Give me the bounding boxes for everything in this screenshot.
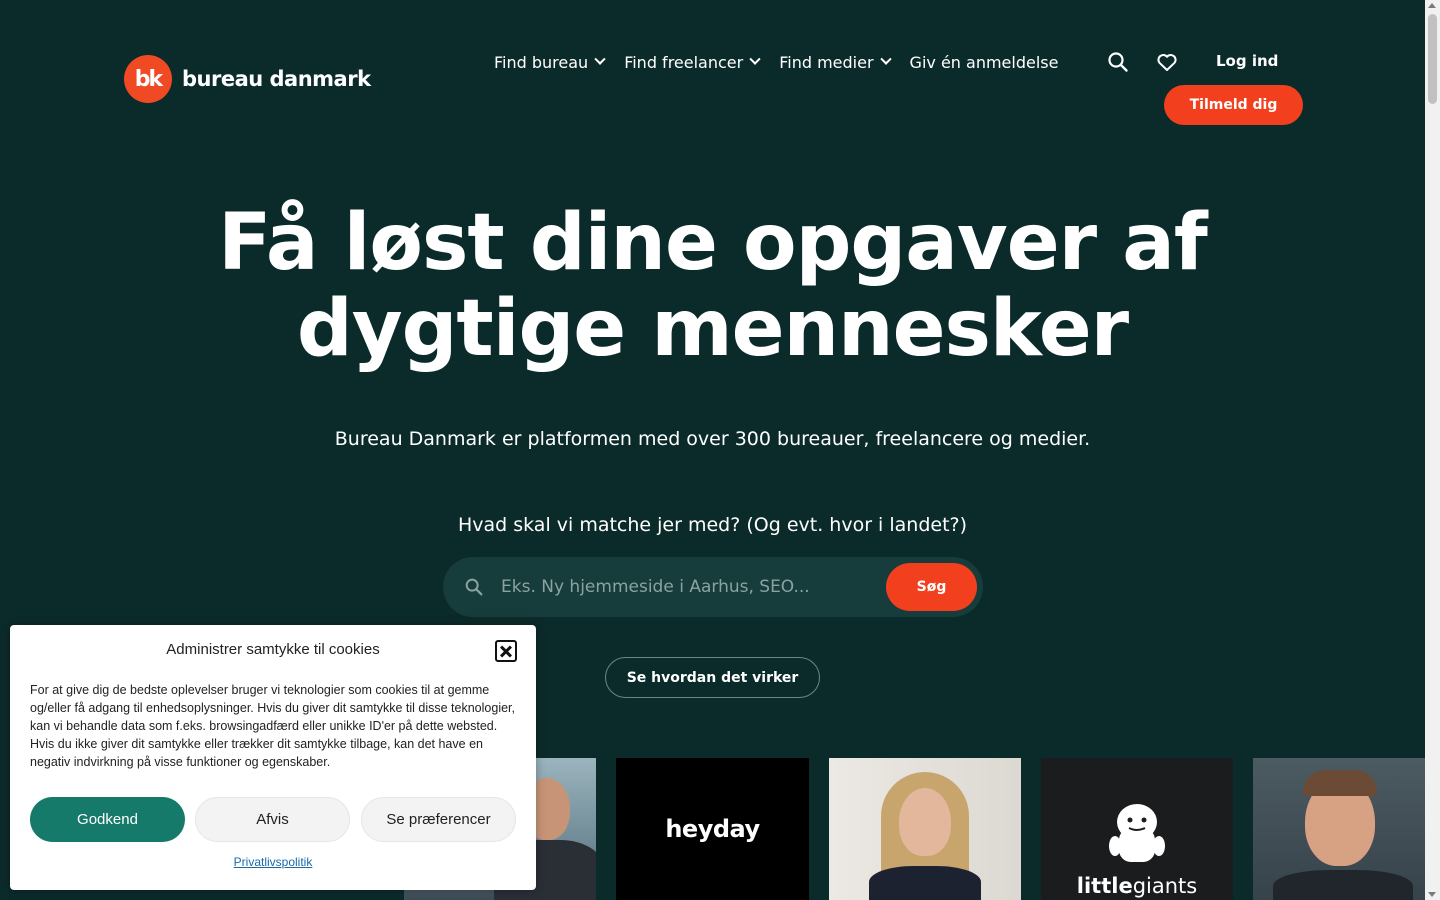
search-icon	[463, 576, 485, 598]
hero-search-bar: Søg	[443, 557, 983, 617]
privacy-policy-link[interactable]: Privatlivspolitik	[10, 855, 536, 869]
chevron-down-icon	[879, 53, 892, 65]
cookie-deny-button[interactable]: Afvis	[195, 797, 350, 842]
logo-mark: bk	[124, 55, 172, 103]
nav-find-bureau-label: Find bureau	[494, 52, 589, 72]
scrollbar-thumb[interactable]	[1428, 14, 1437, 104]
how-it-works-button[interactable]: Se hvordan det virker	[605, 657, 820, 698]
profile-card-woman[interactable]	[829, 758, 1021, 900]
chevron-down-icon	[749, 53, 761, 65]
cookie-title: Administrer samtykke til cookies	[166, 641, 380, 658]
hero-title: Få løst dine opgaver af dygtige menneske…	[0, 200, 1425, 372]
portrait-hair	[1303, 770, 1377, 796]
littlegiants-mascot-icon	[1109, 804, 1165, 862]
search-submit-button[interactable]: Søg	[886, 563, 977, 611]
search-input[interactable]	[501, 577, 861, 597]
profile-card-heyday[interactable]: heyday	[616, 758, 809, 900]
site-logo[interactable]: bk bureau danmark	[124, 55, 371, 103]
hero-subtitle: Bureau Danmark er platformen med over 30…	[334, 428, 1091, 450]
cookie-preferences-button[interactable]: Se præferencer	[361, 797, 516, 842]
littlegiants-logo: littlegiants	[1077, 874, 1197, 898]
cookie-consent-dialog: Administrer samtykke til cookies For at …	[10, 625, 536, 890]
heart-icon[interactable]	[1155, 50, 1179, 74]
profile-card-littlegiants[interactable]: littlegiants	[1041, 758, 1233, 900]
profile-card-man[interactable]	[1253, 758, 1425, 900]
portrait-face	[899, 788, 951, 856]
match-question: Hvad skal vi matche jer med? (Og evt. hv…	[457, 514, 968, 536]
page-scrollbar[interactable]	[1425, 0, 1440, 900]
scroll-up-arrow-icon[interactable]	[1428, 3, 1436, 8]
portrait-body	[869, 866, 981, 900]
logo-text: bureau danmark	[182, 67, 371, 91]
nav-give-review[interactable]: Giv én anmeldelse	[910, 50, 1059, 74]
nav-find-medier-label: Find medier	[779, 52, 874, 72]
heyday-logo: heyday	[665, 815, 760, 843]
login-link[interactable]: Log ind	[1216, 52, 1278, 70]
cookie-body-text: For at give dig de bedste oplevelser bru…	[30, 683, 515, 769]
search-icon[interactable]	[1106, 50, 1130, 74]
nav-find-bureau[interactable]: Find bureau	[494, 50, 606, 74]
hero-title-line2: dygtige mennesker	[296, 284, 1129, 374]
littlegiants-logo-a: little	[1076, 874, 1133, 898]
cookie-accept-button[interactable]: Godkend	[30, 797, 185, 842]
close-icon[interactable]	[495, 640, 517, 662]
nav-find-medier[interactable]: Find medier	[779, 50, 892, 74]
hero-title-line1: Få løst dine opgaver af	[218, 198, 1208, 288]
nav-find-freelancer-label: Find freelancer	[624, 52, 744, 72]
nav-find-freelancer[interactable]: Find freelancer	[624, 50, 761, 74]
chevron-down-icon	[594, 53, 606, 65]
scroll-down-arrow-icon[interactable]	[1428, 892, 1436, 897]
signup-button[interactable]: Tilmeld dig	[1164, 85, 1303, 125]
nav-give-review-label: Giv én anmeldelse	[909, 52, 1059, 72]
littlegiants-logo-b: giants	[1132, 874, 1198, 898]
main-nav: Find bureau Find freelancer Find medier …	[494, 50, 1058, 74]
portrait-body	[1273, 870, 1413, 900]
